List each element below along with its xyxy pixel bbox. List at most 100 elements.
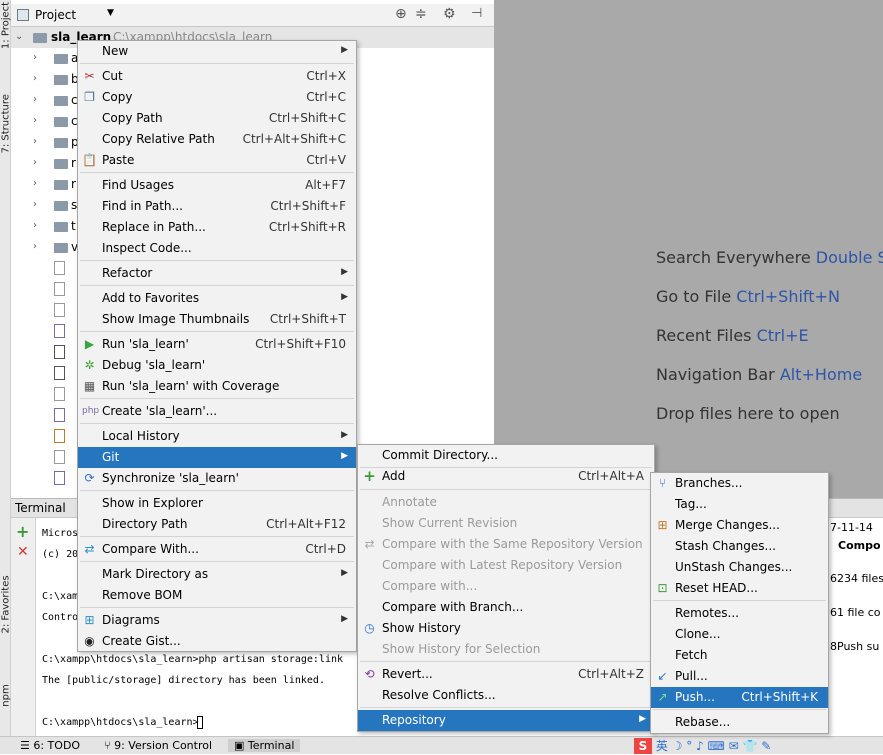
structure-tool-tab[interactable]: 7: Structure (1, 94, 12, 153)
chevron-right-icon: ▶ (639, 714, 646, 724)
file-icon (54, 261, 65, 275)
chevron-down-icon[interactable]: ▼ (107, 8, 114, 18)
terminal-tab[interactable]: ▣ Terminal (228, 739, 301, 752)
menu-item-remotes[interactable]: Remotes... (651, 603, 828, 624)
menu-item-run-with-coverage[interactable]: ▦ Run 'sla_learn' with Coverage (78, 376, 356, 397)
terminal-toolbar: + ✕ (11, 518, 36, 736)
menu-item-debug[interactable]: ✲ Debug 'sla_learn' (78, 355, 356, 376)
menu-item-clone[interactable]: Clone... (651, 624, 828, 645)
menu-item-git[interactable]: Git ▶ (78, 447, 356, 468)
menu-item-synchronize[interactable]: ⟳ Synchronize 'sla_learn' (78, 468, 356, 489)
menu-item-fetch[interactable]: Fetch (651, 645, 828, 666)
menu-separator (360, 707, 652, 708)
menu-item-copy-path[interactable]: Copy Path Ctrl+Shift+C (78, 108, 356, 129)
menu-item-copy[interactable]: ❐ Copy Ctrl+C (78, 87, 356, 108)
debug-icon: ✲ (84, 358, 95, 372)
menu-item-show-history[interactable]: ◷ Show History (358, 618, 654, 639)
menu-item-revert[interactable]: ⟲ Revert... Ctrl+Alt+Z (358, 664, 654, 685)
menu-item-compare-with-branch[interactable]: Compare with Branch... (358, 597, 654, 618)
chevron-right-icon[interactable]: › (33, 157, 37, 168)
chevron-right-icon[interactable]: › (33, 94, 37, 105)
git-submenu: Commit Directory... + Add Ctrl+Alt+A Annot… (357, 444, 655, 732)
menu-item-show-in-explorer[interactable]: Show in Explorer (78, 493, 356, 514)
folder-icon (54, 138, 68, 148)
menu-item-mark-directory-as[interactable]: Mark Directory as ▶ (78, 564, 356, 585)
terminal-title: Terminal (15, 501, 66, 515)
chevron-right-icon[interactable]: › (33, 136, 37, 147)
chevron-right-icon[interactable]: › (33, 220, 37, 231)
menu-item-repository[interactable]: Repository ▶ (358, 710, 654, 731)
menu-item-show-current-revision[interactable]: Show Current Revision (358, 513, 654, 534)
left-tool-stripe: 1: Project 7: Structure 2: Favorites npm (0, 0, 12, 740)
menu-item-reset-head[interactable]: ⊡ Reset HEAD... (651, 578, 828, 599)
terminal-line: C:\xampp\htdocs\sla_learn>php artisan st… (42, 654, 344, 665)
menu-item-create-config[interactable]: php Create 'sla_learn'... (78, 401, 356, 422)
menu-item-inspect-code[interactable]: Inspect Code... (78, 238, 356, 259)
menu-item-resolve-conflicts[interactable]: Resolve Conflicts... (358, 685, 654, 706)
terminal-cursor (197, 716, 203, 729)
menu-item-local-history[interactable]: Local History ▶ (78, 426, 356, 447)
menu-item-rebase[interactable]: Rebase... (651, 712, 828, 733)
hint-recent-files: Recent Files Ctrl+E (656, 326, 809, 345)
hint-search-everywhere: Search Everywhere Double Shift (656, 248, 883, 267)
vcs-log-panel: 7-11-14 Compo 6234 files 61 file co 8Pus… (826, 518, 883, 736)
menu-item-branches[interactable]: ⑂ Branches... (651, 473, 828, 494)
diagram-icon: ⊞ (84, 613, 95, 627)
menu-item-commit-directory[interactable]: Commit Directory... (358, 445, 654, 466)
menu-item-new[interactable]: New ▶ (78, 41, 356, 62)
menu-item-unstash-changes[interactable]: UnStash Changes... (651, 557, 828, 578)
menu-item-refactor[interactable]: Refactor ▶ (78, 263, 356, 284)
project-tool-tab[interactable]: 1: Project (1, 0, 12, 54)
project-view-label[interactable]: Project (35, 8, 76, 22)
collapse-all-icon[interactable]: ≑ (415, 6, 427, 22)
menu-item-annotate[interactable]: Annotate (358, 492, 654, 513)
menu-item-add[interactable]: + Add Ctrl+Alt+A (358, 466, 654, 487)
npm-tool-tab[interactable]: npm (1, 668, 12, 724)
menu-separator (80, 398, 354, 399)
menu-item-add-to-favorites[interactable]: Add to Favorites ▶ (78, 288, 356, 309)
menu-item-stash-changes[interactable]: Stash Changes... (651, 536, 828, 557)
add-icon[interactable]: + (16, 522, 29, 541)
php-file-icon (54, 408, 65, 422)
menu-item-merge-changes[interactable]: ⊞ Merge Changes... (651, 515, 828, 536)
hide-panel-icon[interactable]: ⊣ (471, 6, 482, 21)
menu-item-show-image-thumbnails[interactable]: Show Image Thumbnails Ctrl+Shift+T (78, 309, 356, 330)
menu-item-compare-with[interactable]: Compare with... (358, 576, 654, 597)
chevron-right-icon[interactable]: › (33, 199, 37, 210)
gear-icon[interactable]: ⚙ (443, 6, 456, 22)
version-control-tab[interactable]: ⑂ 9: Version Control (104, 739, 212, 752)
menu-item-remove-bom[interactable]: Remove BOM (78, 585, 356, 606)
menu-item-diagrams[interactable]: ⊞ Diagrams ▶ (78, 610, 356, 631)
chevron-right-icon[interactable]: › (33, 52, 37, 63)
menu-item-tag[interactable]: Tag... (651, 494, 828, 515)
chevron-right-icon[interactable]: › (33, 115, 37, 126)
menu-item-directory-path[interactable]: Directory Path Ctrl+Alt+F12 (78, 514, 356, 535)
menu-item-copy-relative-path[interactable]: Copy Relative Path Ctrl+Alt+Shift+C (78, 129, 356, 150)
menu-item-run[interactable]: ▶ Run 'sla_learn' Ctrl+Shift+F10 (78, 334, 356, 355)
menu-item-find-in-path[interactable]: Find in Path... Ctrl+Shift+F (78, 196, 356, 217)
menu-item-find-usages[interactable]: Find Usages Alt+F7 (78, 175, 356, 196)
coverage-icon: ▦ (83, 379, 96, 393)
chevron-right-icon[interactable]: › (33, 241, 37, 252)
menu-item-replace-in-path[interactable]: Replace in Path... Ctrl+Shift+R (78, 217, 356, 238)
favorites-tool-tab[interactable]: 2: Favorites (1, 575, 12, 633)
close-icon[interactable]: ✕ (17, 544, 29, 560)
menu-item-push[interactable]: ↗ Push... Ctrl+Shift+K (651, 687, 828, 708)
menu-item-compare-same-repo-version[interactable]: ⇄ Compare with the Same Repository Versio… (358, 534, 654, 555)
chevron-down-icon[interactable]: ⌄ (15, 31, 23, 42)
chevron-right-icon[interactable]: › (33, 73, 37, 84)
locate-icon[interactable]: ⊕ (395, 6, 407, 22)
add-icon: + (363, 467, 376, 485)
branch-icon: ⑂ (658, 476, 667, 490)
menu-item-paste[interactable]: 📋 Paste Ctrl+V (78, 150, 356, 171)
menu-item-show-history-for-selection[interactable]: Show History for Selection (358, 639, 654, 660)
menu-item-compare-latest-repo-version[interactable]: Compare with Latest Repository Version (358, 555, 654, 576)
menu-separator (80, 172, 354, 173)
menu-item-create-gist[interactable]: ◉ Create Gist... (78, 631, 356, 652)
todo-tab[interactable]: ☰ 6: TODO (20, 739, 80, 752)
menu-item-compare-with[interactable]: ⇄ Compare With... Ctrl+D (78, 539, 356, 560)
menu-item-cut[interactable]: ✂ Cut Ctrl+X (78, 66, 356, 87)
chevron-right-icon[interactable]: › (33, 178, 37, 189)
scissors-icon: ✂ (84, 69, 95, 83)
menu-item-pull[interactable]: ↙ Pull... (651, 666, 828, 687)
